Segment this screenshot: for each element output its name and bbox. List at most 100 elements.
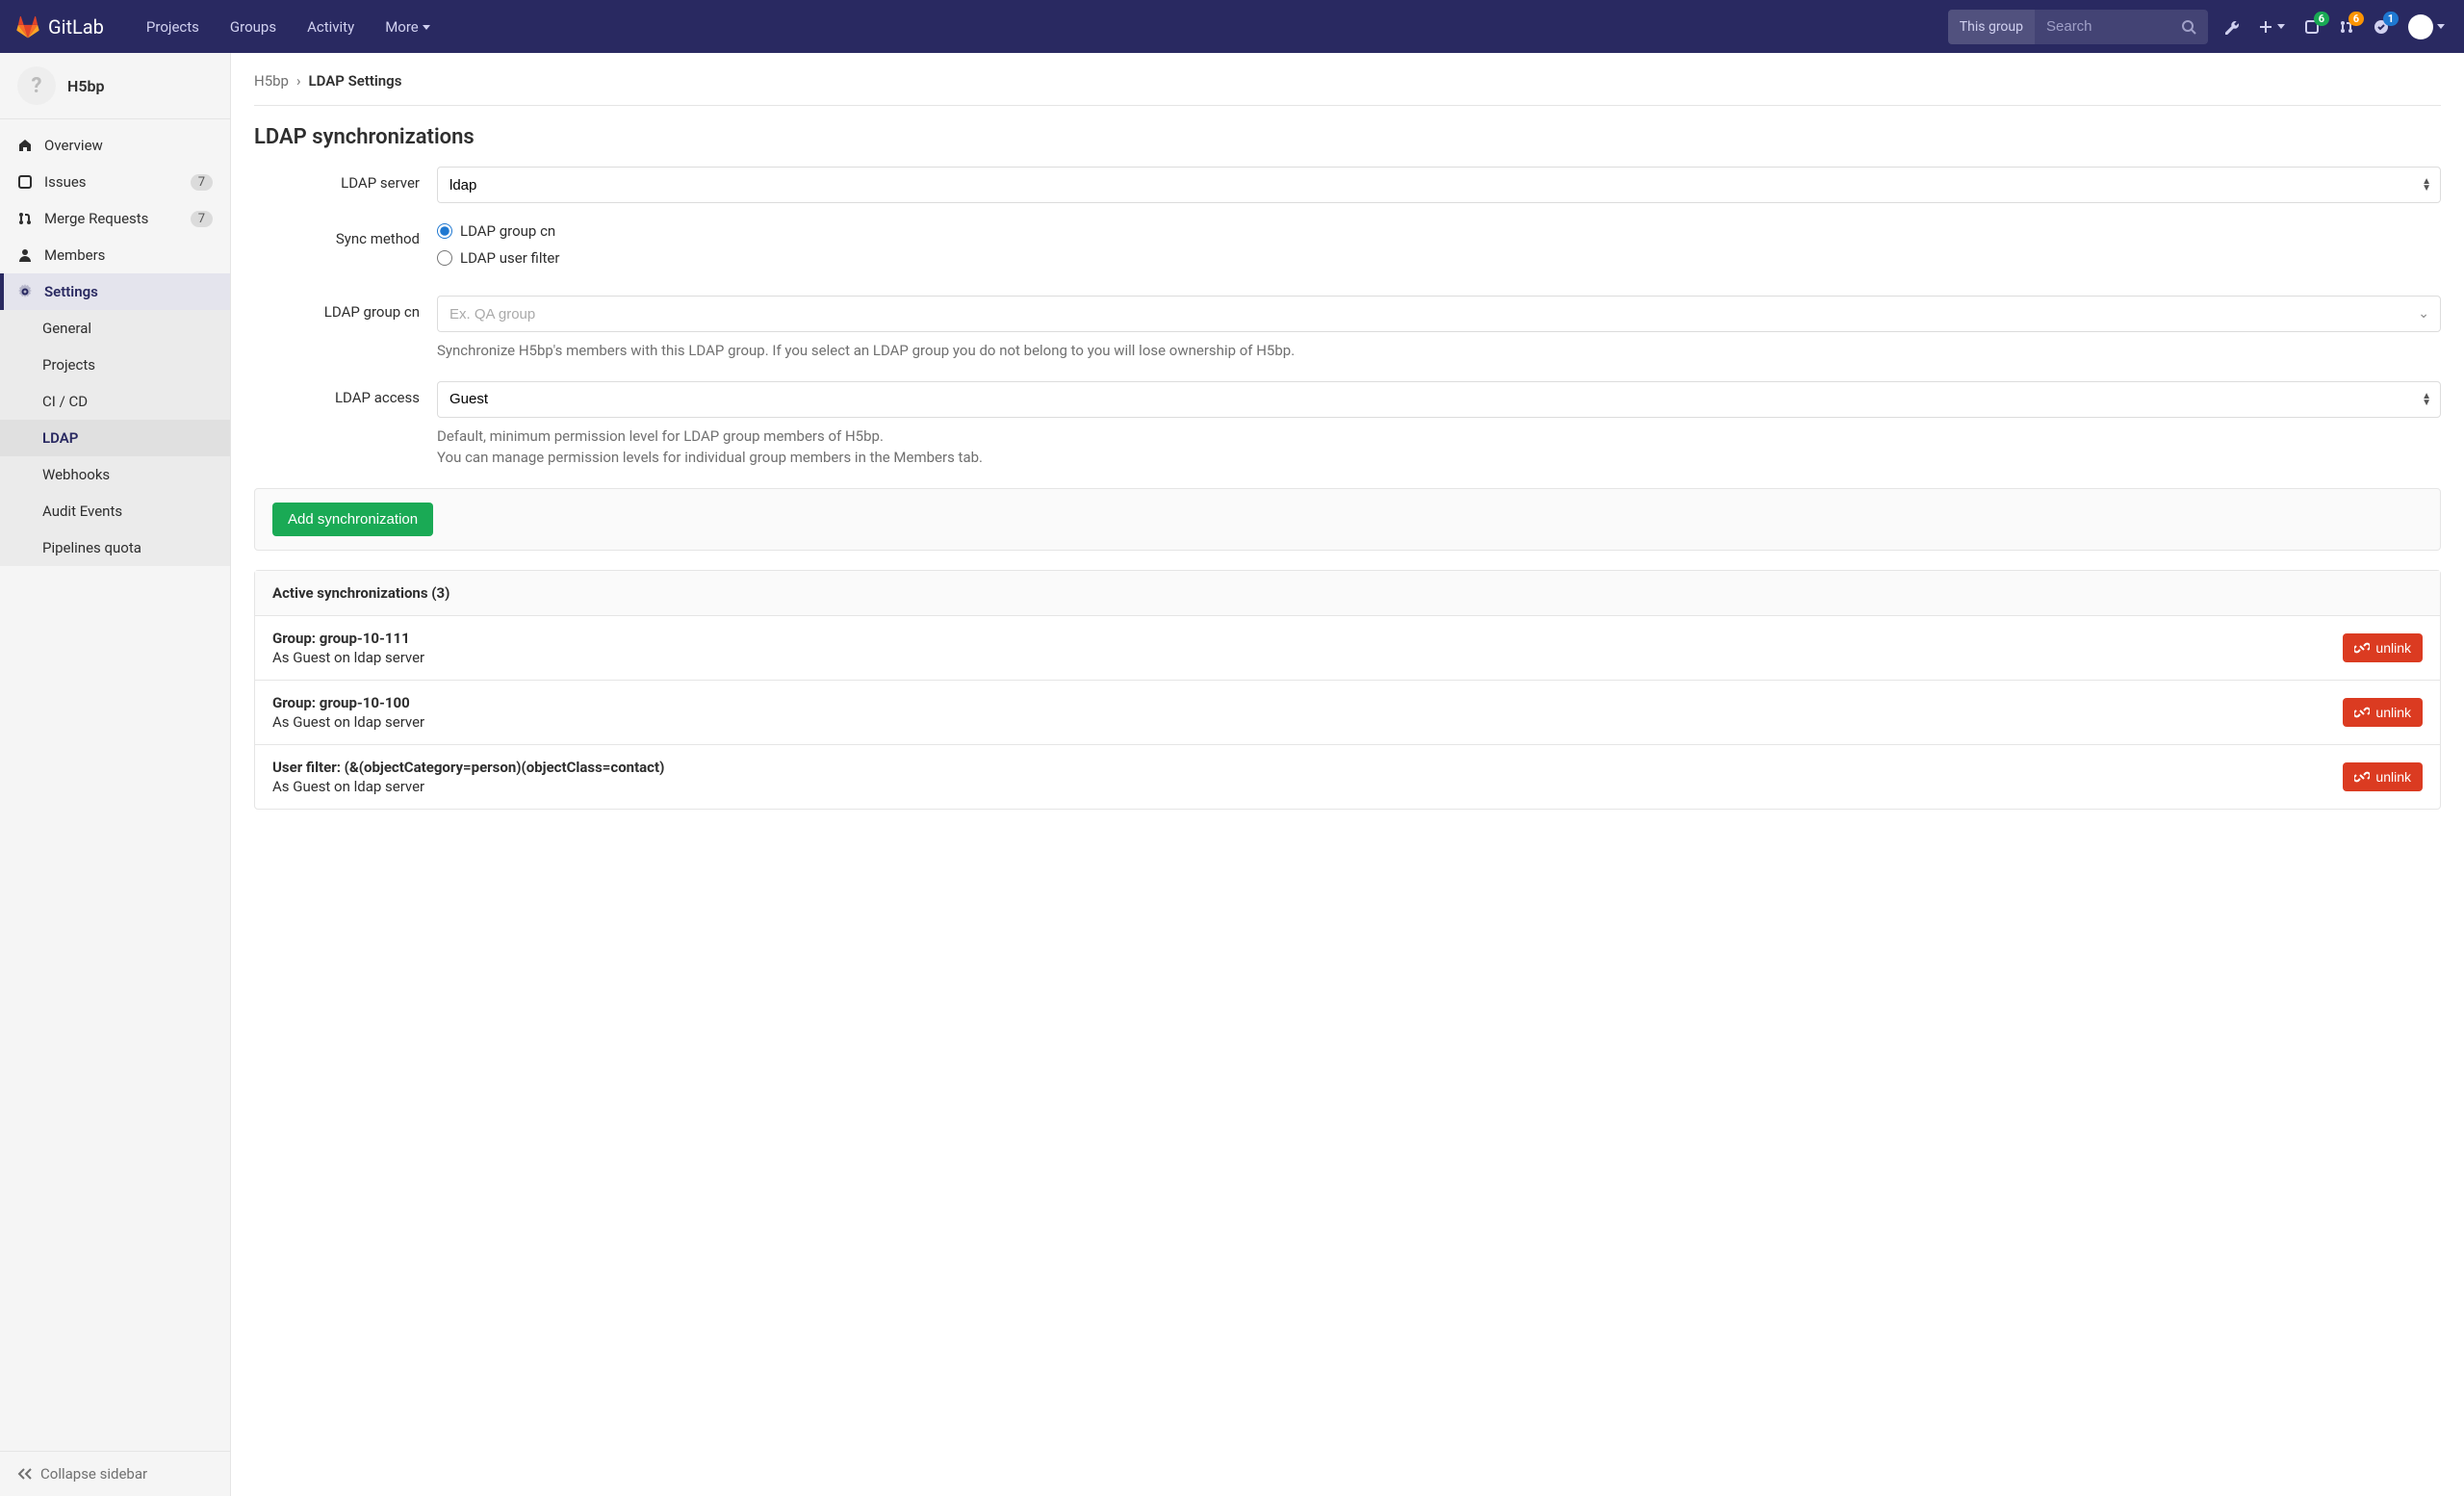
sidebar-item-members[interactable]: Members <box>0 237 230 273</box>
navbar-left: GitLab Projects Groups Activity More <box>15 0 446 53</box>
chevron-right-icon: › <box>296 72 301 90</box>
nav-groups[interactable]: Groups <box>215 0 292 53</box>
sub-cicd[interactable]: CI / CD <box>0 383 230 420</box>
radio-group-cn-input[interactable] <box>437 223 452 239</box>
collapse-sidebar[interactable]: Collapse sidebar <box>0 1451 230 1496</box>
nav-projects[interactable]: Projects <box>131 0 215 53</box>
unlink-button[interactable]: unlink <box>2343 698 2423 727</box>
wrench-icon <box>2223 19 2239 35</box>
todos-link[interactable]: 1 <box>2370 15 2393 39</box>
home-icon <box>17 138 33 153</box>
ldap-group-cn-label: LDAP group cn <box>254 296 437 321</box>
sidebar-item-issues[interactable]: Issues 7 <box>0 164 230 200</box>
sync-title: Group: group-10-100 <box>272 694 424 711</box>
members-icon <box>17 247 33 263</box>
sidebar-item-label: Overview <box>44 137 103 154</box>
unlink-icon <box>2354 705 2370 720</box>
sidebar: ? H5bp Overview Issues 7 Merge Requests … <box>0 53 231 1496</box>
sidebar-item-label: Settings <box>44 283 98 300</box>
sidebar-header[interactable]: ? H5bp <box>0 53 230 119</box>
sync-sub: As Guest on ldap server <box>272 713 424 731</box>
add-synchronization-button[interactable]: Add synchronization <box>272 503 433 536</box>
sub-audit-events[interactable]: Audit Events <box>0 493 230 529</box>
radio-ldap-user-filter[interactable]: LDAP user filter <box>437 249 2441 267</box>
sidebar-nav: Overview Issues 7 Merge Requests 7 Membe… <box>0 119 230 1451</box>
breadcrumb-root[interactable]: H5bp <box>254 72 289 90</box>
issues-count: 7 <box>191 174 213 191</box>
chevron-down-icon <box>419 18 430 36</box>
ldap-group-cn-input[interactable] <box>437 296 2441 332</box>
new-dropdown[interactable] <box>2254 15 2289 39</box>
ldap-access-select[interactable]: Guest <box>437 381 2441 418</box>
search-scope[interactable]: This group <box>1948 10 2035 44</box>
radio-ldap-group-cn[interactable]: LDAP group cn <box>437 222 2441 240</box>
sub-ldap[interactable]: LDAP <box>0 420 230 456</box>
row-sync-method: Sync method LDAP group cn LDAP user filt… <box>254 222 2441 276</box>
breadcrumb-current: LDAP Settings <box>309 72 402 90</box>
gitlab-logo[interactable]: GitLab <box>15 14 104 39</box>
ldap-access-help: Default, minimum permission level for LD… <box>437 426 2441 469</box>
chevron-down-icon <box>2273 19 2285 35</box>
radio-user-filter-input[interactable] <box>437 250 452 266</box>
sidebar-item-settings[interactable]: Settings <box>0 273 230 310</box>
plus-icon <box>2258 19 2273 35</box>
collapse-icon <box>17 1466 33 1482</box>
unlink-button[interactable]: unlink <box>2343 633 2423 662</box>
ldap-server-label: LDAP server <box>254 167 437 192</box>
search-wrap: This group <box>1948 10 2208 44</box>
mr-badge: 6 <box>2348 12 2364 26</box>
search-icon <box>2181 19 2196 35</box>
navbar: GitLab Projects Groups Activity More Thi… <box>0 0 2464 53</box>
tanuki-icon <box>15 14 40 39</box>
sidebar-item-label: Members <box>44 246 105 264</box>
nav-activity[interactable]: Activity <box>292 0 370 53</box>
row-ldap-server: LDAP server ldap ▲▼ <box>254 167 2441 203</box>
settings-submenu: General Projects CI / CD LDAP Webhooks A… <box>0 310 230 566</box>
breadcrumb: H5bp › LDAP Settings <box>254 72 2441 106</box>
group-name: H5bp <box>67 77 104 95</box>
sub-general[interactable]: General <box>0 310 230 347</box>
row-ldap-access: LDAP access Guest ▲▼ Default, minimum pe… <box>254 381 2441 469</box>
nav-links: Projects Groups Activity More <box>131 0 446 53</box>
merge-requests-link[interactable]: 6 <box>2335 15 2358 39</box>
page-title: LDAP synchronizations <box>254 125 2441 149</box>
active-sync-header: Active synchronizations (3) <box>255 571 2440 616</box>
ldap-access-label: LDAP access <box>254 381 437 406</box>
sub-pipelines-quota[interactable]: Pipelines quota <box>0 529 230 566</box>
ldap-group-cn-help: Synchronize H5bp's members with this LDA… <box>437 340 2441 362</box>
search-input[interactable] <box>2035 10 2169 44</box>
mr-count: 7 <box>191 211 213 227</box>
sidebar-item-label: Merge Requests <box>44 210 148 227</box>
active-sync-panel: Active synchronizations (3) Group: group… <box>254 570 2441 810</box>
sync-title: Group: group-10-111 <box>272 630 424 647</box>
sync-row: Group: group-10-111 As Guest on ldap ser… <box>255 616 2440 681</box>
unlink-button[interactable]: unlink <box>2343 762 2423 791</box>
search-button[interactable] <box>2169 10 2208 44</box>
sub-projects[interactable]: Projects <box>0 347 230 383</box>
sidebar-item-overview[interactable]: Overview <box>0 127 230 164</box>
sidebar-item-label: Issues <box>44 173 87 191</box>
gear-icon <box>17 284 33 299</box>
unlink-icon <box>2354 640 2370 656</box>
user-menu[interactable] <box>2404 11 2449 43</box>
sync-sub: As Guest on ldap server <box>272 778 664 795</box>
todos-badge: 1 <box>2383 12 2399 26</box>
navbar-right: This group 6 6 1 <box>1948 10 2449 44</box>
sidebar-item-merge-requests[interactable]: Merge Requests 7 <box>0 200 230 237</box>
issues-icon <box>17 174 33 190</box>
action-bar: Add synchronization <box>254 488 2441 551</box>
sub-webhooks[interactable]: Webhooks <box>0 456 230 493</box>
content: H5bp › LDAP Settings LDAP synchronizatio… <box>231 53 2464 1496</box>
admin-wrench[interactable] <box>2220 15 2243 39</box>
sync-sub: As Guest on ldap server <box>272 649 424 666</box>
chevron-down-icon <box>2433 19 2445 35</box>
issues-link[interactable]: 6 <box>2300 15 2323 39</box>
collapse-label: Collapse sidebar <box>40 1465 147 1483</box>
sync-title: User filter: (&(objectCategory=person)(o… <box>272 759 664 776</box>
group-avatar: ? <box>17 66 56 105</box>
sync-row: User filter: (&(objectCategory=person)(o… <box>255 745 2440 809</box>
merge-request-icon <box>17 211 33 226</box>
nav-more[interactable]: More <box>370 0 446 53</box>
ldap-server-select[interactable]: ldap <box>437 167 2441 203</box>
unlink-icon <box>2354 769 2370 785</box>
